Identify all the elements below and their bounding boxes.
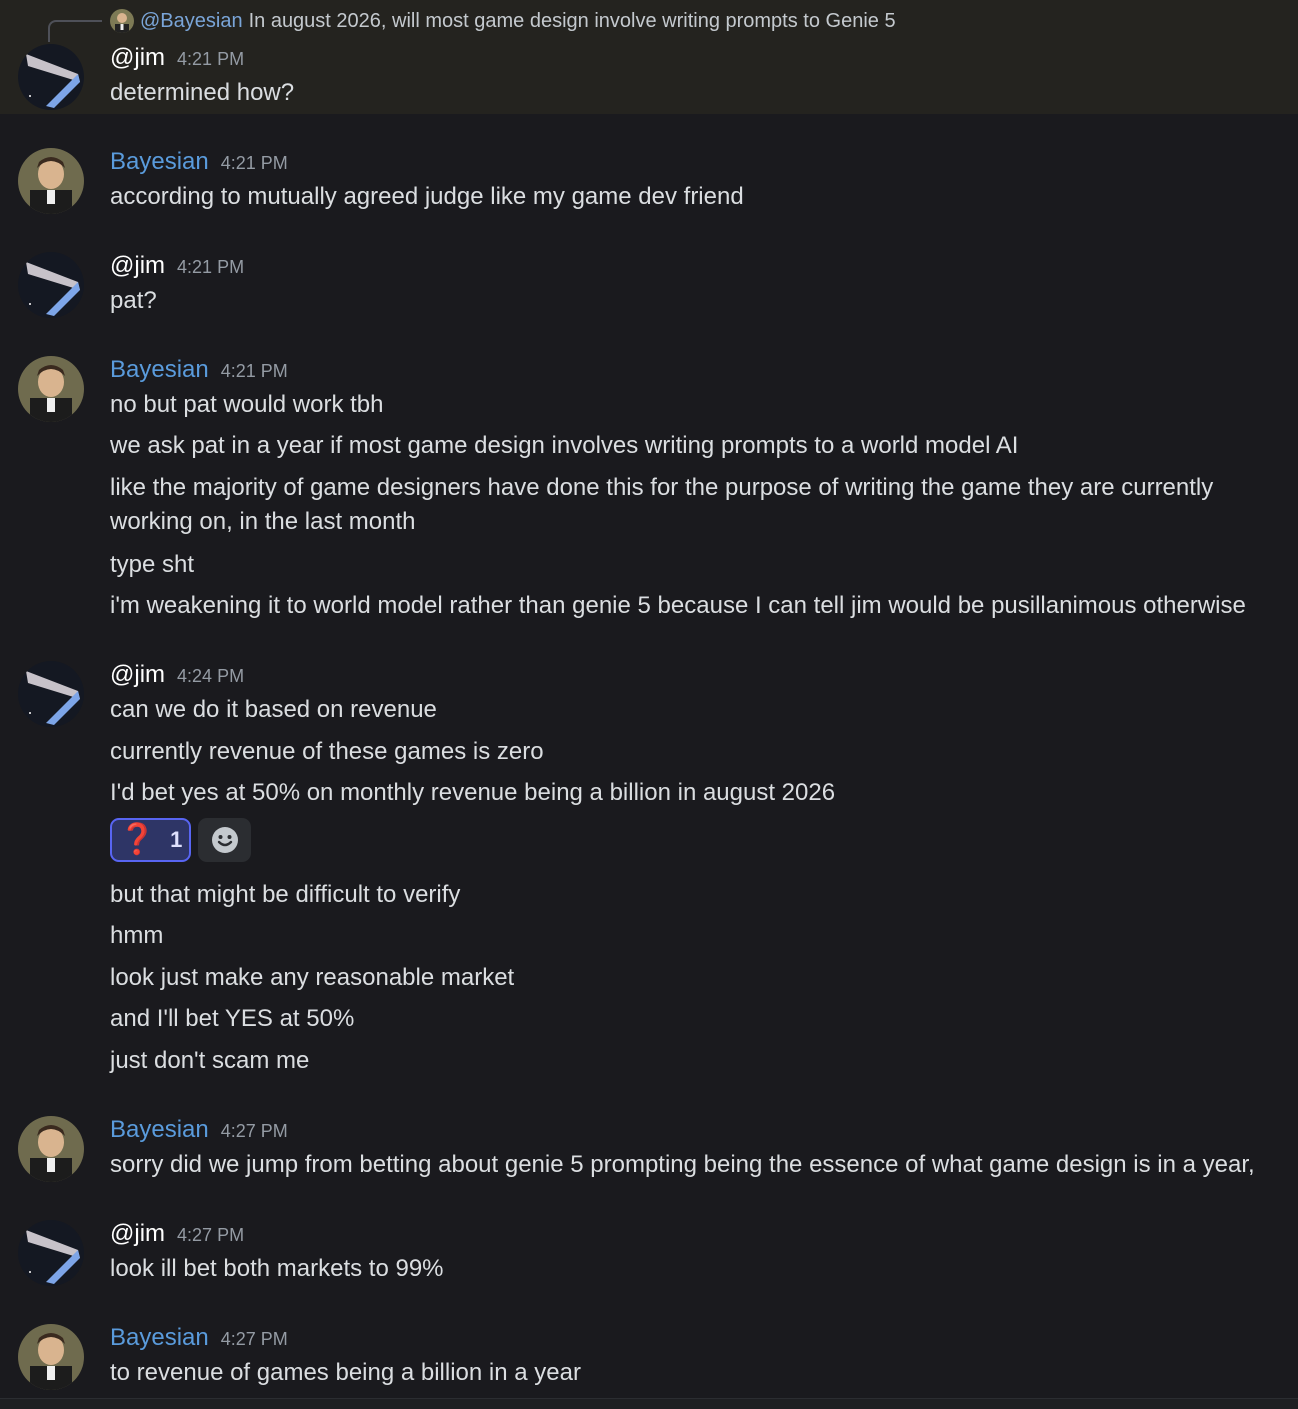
message-text: to revenue of games being a billion in a…	[110, 1359, 581, 1386]
timestamp[interactable]: 4:21 PM	[221, 361, 288, 382]
reactions-bar: ❓ 1	[110, 818, 251, 862]
reply-reference[interactable]: @Bayesian In august 2026, will most game…	[110, 8, 896, 34]
author-name[interactable]: @jim	[110, 252, 165, 280]
reply-mention[interactable]: @Bayesian	[140, 10, 243, 33]
bayesian-avatar[interactable]	[18, 148, 84, 214]
timestamp[interactable]: 4:27 PM	[221, 1121, 288, 1142]
author-name[interactable]: @jim	[110, 661, 165, 689]
timestamp[interactable]: 4:24 PM	[177, 666, 244, 687]
message-text: but that might be difficult to verify	[110, 881, 461, 908]
reaction-count: 1	[170, 827, 183, 852]
message-header: Bayesian 4:21 PM	[110, 148, 288, 176]
question-reaction[interactable]: ❓ 1	[110, 818, 191, 862]
message-header: @jim 4:27 PM	[110, 1220, 244, 1248]
message-text: type sht	[110, 551, 195, 578]
message-header: Bayesian 4:27 PM	[110, 1116, 288, 1144]
message-text: we ask pat in a year if most game design…	[110, 432, 1019, 459]
timestamp[interactable]: 4:21 PM	[221, 153, 288, 174]
bayesian-avatar[interactable]	[18, 1116, 84, 1182]
add-reaction-icon	[211, 827, 238, 853]
reply-connector	[48, 20, 102, 42]
timestamp[interactable]: 4:27 PM	[177, 1225, 244, 1246]
author-name[interactable]: @jim	[110, 1220, 165, 1248]
bayesian-avatar[interactable]	[18, 1324, 84, 1390]
add-reaction-button[interactable]	[198, 818, 251, 862]
message-text: sorry did we jump from betting about gen…	[110, 1151, 1255, 1178]
author-name[interactable]: @jim	[110, 44, 165, 72]
timestamp[interactable]: 4:21 PM	[177, 257, 244, 278]
message-header: Bayesian 4:21 PM	[110, 356, 288, 384]
message-header: @jim 4:24 PM	[110, 661, 244, 689]
message-text: like the majority of game designers have…	[110, 474, 1214, 535]
message-header: @jim 4:21 PM	[110, 252, 244, 280]
message-header: @jim 4:21 PM	[110, 44, 244, 72]
jim-avatar[interactable]	[18, 1220, 84, 1286]
timestamp[interactable]: 4:21 PM	[177, 49, 244, 70]
reply-avatar-icon	[110, 9, 134, 33]
jim-avatar[interactable]	[18, 44, 84, 110]
author-name[interactable]: Bayesian	[110, 1324, 209, 1352]
message-header: Bayesian 4:27 PM	[110, 1324, 288, 1352]
message-text: determined how?	[110, 79, 295, 106]
jim-avatar[interactable]	[18, 252, 84, 318]
message-text: currently revenue of these games is zero	[110, 738, 544, 765]
message-text: I'd bet yes at 50% on monthly revenue be…	[110, 779, 836, 806]
message-text: can we do it based on revenue	[110, 696, 437, 723]
message-text: look just make any reasonable market	[110, 964, 515, 991]
bayesian-avatar[interactable]	[18, 356, 84, 422]
message-text: look ill bet both markets to 99%	[110, 1255, 444, 1282]
timestamp[interactable]: 4:27 PM	[221, 1329, 288, 1350]
message-text: no but pat would work tbh	[110, 391, 384, 418]
message-text: just don't scam me	[110, 1047, 310, 1074]
author-name[interactable]: Bayesian	[110, 148, 209, 176]
message-text: according to mutually agreed judge like …	[110, 183, 744, 210]
author-name[interactable]: Bayesian	[110, 356, 209, 384]
author-name[interactable]: Bayesian	[110, 1116, 209, 1144]
message-list: @Bayesian In august 2026, will most game…	[0, 0, 1298, 1409]
message-text: hmm	[110, 922, 164, 949]
message-text: pat?	[110, 287, 157, 314]
question-mark-icon: ❓	[118, 823, 157, 856]
message-text: i'm weakening it to world model rather t…	[110, 592, 1246, 619]
jim-avatar[interactable]	[18, 661, 84, 727]
composer-edge	[0, 1398, 1298, 1409]
reply-text[interactable]: In august 2026, will most game design in…	[249, 10, 896, 33]
message-text: and I'll bet YES at 50%	[110, 1005, 355, 1032]
